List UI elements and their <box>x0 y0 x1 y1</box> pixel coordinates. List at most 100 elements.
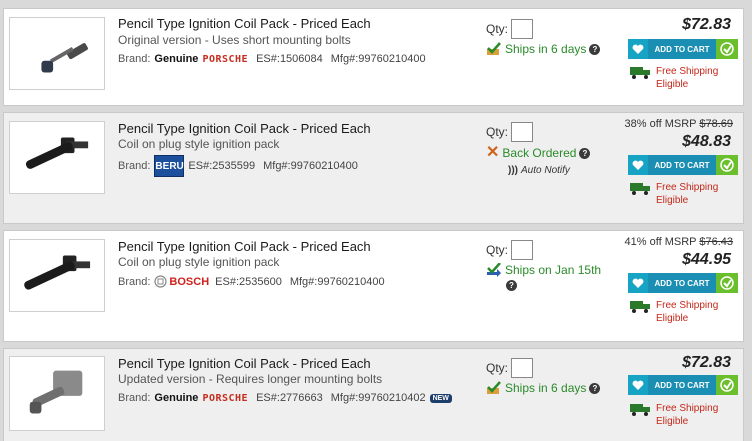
porsche-logo: PORSCHE <box>202 392 249 404</box>
ignition-coil-image <box>41 43 88 73</box>
ignition-coil-image <box>25 137 89 169</box>
go-button[interactable] <box>716 39 738 59</box>
es-number: ES#:2535600 <box>215 275 282 288</box>
arrow-icon <box>720 158 734 172</box>
arrow-icon <box>720 378 734 392</box>
porsche-logo: PORSCHE <box>202 53 249 65</box>
brand-line: Brand: Genuine PORSCHE ES#:1506084 Mfg#:… <box>118 53 426 65</box>
check-truck-icon <box>487 381 501 394</box>
ignition-coil-image <box>24 255 91 290</box>
add-to-cart-button[interactable]: ADD TO CART <box>648 39 716 59</box>
truck-icon <box>630 404 650 416</box>
product-subtitle: Original version - Uses short mounting b… <box>118 33 351 47</box>
add-to-cart-group: ADD TO CART <box>628 375 738 395</box>
wishlist-button[interactable] <box>628 273 648 293</box>
product-title[interactable]: Pencil Type Ignition Coil Pack - Priced … <box>118 356 371 371</box>
status-text: Ships on Jan 15th <box>505 263 602 277</box>
add-to-cart-button[interactable]: ADD TO CART <box>648 155 716 175</box>
product-card-3: Pencil Type Ignition Coil Pack - Priced … <box>3 230 744 342</box>
wishlist-button[interactable] <box>628 39 648 59</box>
qty-input[interactable] <box>511 358 534 378</box>
bosch-logo: BOSCH <box>154 275 209 288</box>
brand-label: Brand: <box>118 392 151 404</box>
product-title[interactable]: Pencil Type Ignition Coil Pack - Priced … <box>118 16 371 31</box>
go-button[interactable] <box>716 375 738 395</box>
price: $72.83 <box>682 354 731 371</box>
stock-status: Ships in 6 days ? <box>486 42 601 56</box>
truck-icon <box>630 183 650 195</box>
product-subtitle: Updated version - Requires longer mounti… <box>118 372 383 386</box>
add-to-cart-group: ADD TO CART <box>628 273 738 293</box>
x-icon: ✕ <box>486 144 500 161</box>
qty-input[interactable] <box>511 122 534 142</box>
add-to-cart-button[interactable]: ADD TO CART <box>648 273 716 293</box>
product-subtitle: Coil on plug style ignition pack <box>118 255 280 269</box>
qty-group: Qty: <box>486 358 534 378</box>
free-shipping: Free Shipping Eligible <box>630 402 718 428</box>
qty-group: Qty: <box>486 122 534 142</box>
qty-label: Qty: <box>486 22 509 36</box>
es-number: ES#:1506084 <box>256 53 323 65</box>
qty-input[interactable] <box>511 240 534 260</box>
mfg-number: Mfg#:99760210402 <box>330 392 426 404</box>
bosch-logo-text: BOSCH <box>169 275 210 288</box>
es-number: ES#:2535599 <box>188 160 256 172</box>
price: $44.95 <box>682 251 731 268</box>
beru-logo: BERU <box>154 155 185 177</box>
brand-line: Brand: Genuine PORSCHE ES#:2776663 Mfg#:… <box>118 392 452 404</box>
free-shipping-line2: Eligible <box>656 416 689 427</box>
qty-group: Qty: <box>486 19 534 39</box>
msrp-discount: 41% off MSRP <box>624 236 697 248</box>
qty-input[interactable] <box>511 19 534 39</box>
free-shipping: Free Shipping Eligible <box>630 181 718 207</box>
free-shipping-line2: Eligible <box>656 313 689 324</box>
product-title[interactable]: Pencil Type Ignition Coil Pack - Priced … <box>118 239 371 254</box>
free-shipping: Free Shipping Eligible <box>630 299 718 325</box>
product-subtitle: Coil on plug style ignition pack <box>118 137 280 151</box>
question-icon[interactable]: ? <box>579 147 591 159</box>
free-shipping-line1: Free Shipping <box>656 66 719 77</box>
qty-label: Qty: <box>486 125 509 139</box>
product-image[interactable] <box>9 239 105 312</box>
question-icon[interactable]: ? <box>589 43 601 55</box>
qty-group: Qty: <box>486 240 534 260</box>
mfg-number: Mfg#:99760210400 <box>289 275 385 288</box>
arrow-icon <box>720 42 734 56</box>
mfg-number: Mfg#:99760210400 <box>330 53 426 65</box>
question-icon[interactable]: ? <box>506 280 517 291</box>
go-button[interactable] <box>716 155 738 175</box>
arrow-icon <box>720 276 734 290</box>
bosch-emblem-icon <box>154 275 168 288</box>
go-button[interactable] <box>716 273 738 293</box>
stock-status: Ships in 6 days ? <box>486 381 601 395</box>
wishlist-button[interactable] <box>628 155 648 175</box>
add-to-cart-button[interactable]: ADD TO CART <box>648 375 716 395</box>
status-text: Back Ordered <box>502 146 577 160</box>
check-truck-icon <box>487 42 501 55</box>
stock-status: Ships on Jan 15th <box>486 263 601 277</box>
free-shipping-line2: Eligible <box>656 79 689 90</box>
mfg-number: Mfg#:99760210400 <box>263 160 358 172</box>
product-image[interactable] <box>9 17 105 90</box>
product-title[interactable]: Pencil Type Ignition Coil Pack - Priced … <box>118 121 371 136</box>
product-image[interactable] <box>9 356 105 431</box>
wishlist-button[interactable] <box>628 375 648 395</box>
status-text: Ships in 6 days <box>505 381 587 395</box>
product-card-4: Pencil Type Ignition Coil Pack - Priced … <box>3 348 744 441</box>
ignition-coil-image <box>29 370 83 414</box>
product-image[interactable] <box>9 121 105 194</box>
free-shipping-line2: Eligible <box>656 195 689 206</box>
price: $72.83 <box>682 16 731 33</box>
heart-icon <box>632 380 644 390</box>
msrp-price: $78.69 <box>699 118 733 130</box>
es-number: ES#:2776663 <box>256 392 323 404</box>
free-shipping-line1: Free Shipping <box>656 182 719 193</box>
msrp-discount: 38% off MSRP <box>624 118 697 130</box>
question-icon[interactable]: ? <box>589 382 601 394</box>
check-arrow-icon <box>487 263 501 277</box>
auto-notify[interactable]: ))) Auto Notify <box>508 165 570 176</box>
msrp-line: 41% off MSRP $76.43 <box>625 236 733 248</box>
auto-notify-text: Auto Notify <box>521 165 570 176</box>
free-shipping-line1: Free Shipping <box>656 300 719 311</box>
new-badge: NEW <box>429 393 452 403</box>
